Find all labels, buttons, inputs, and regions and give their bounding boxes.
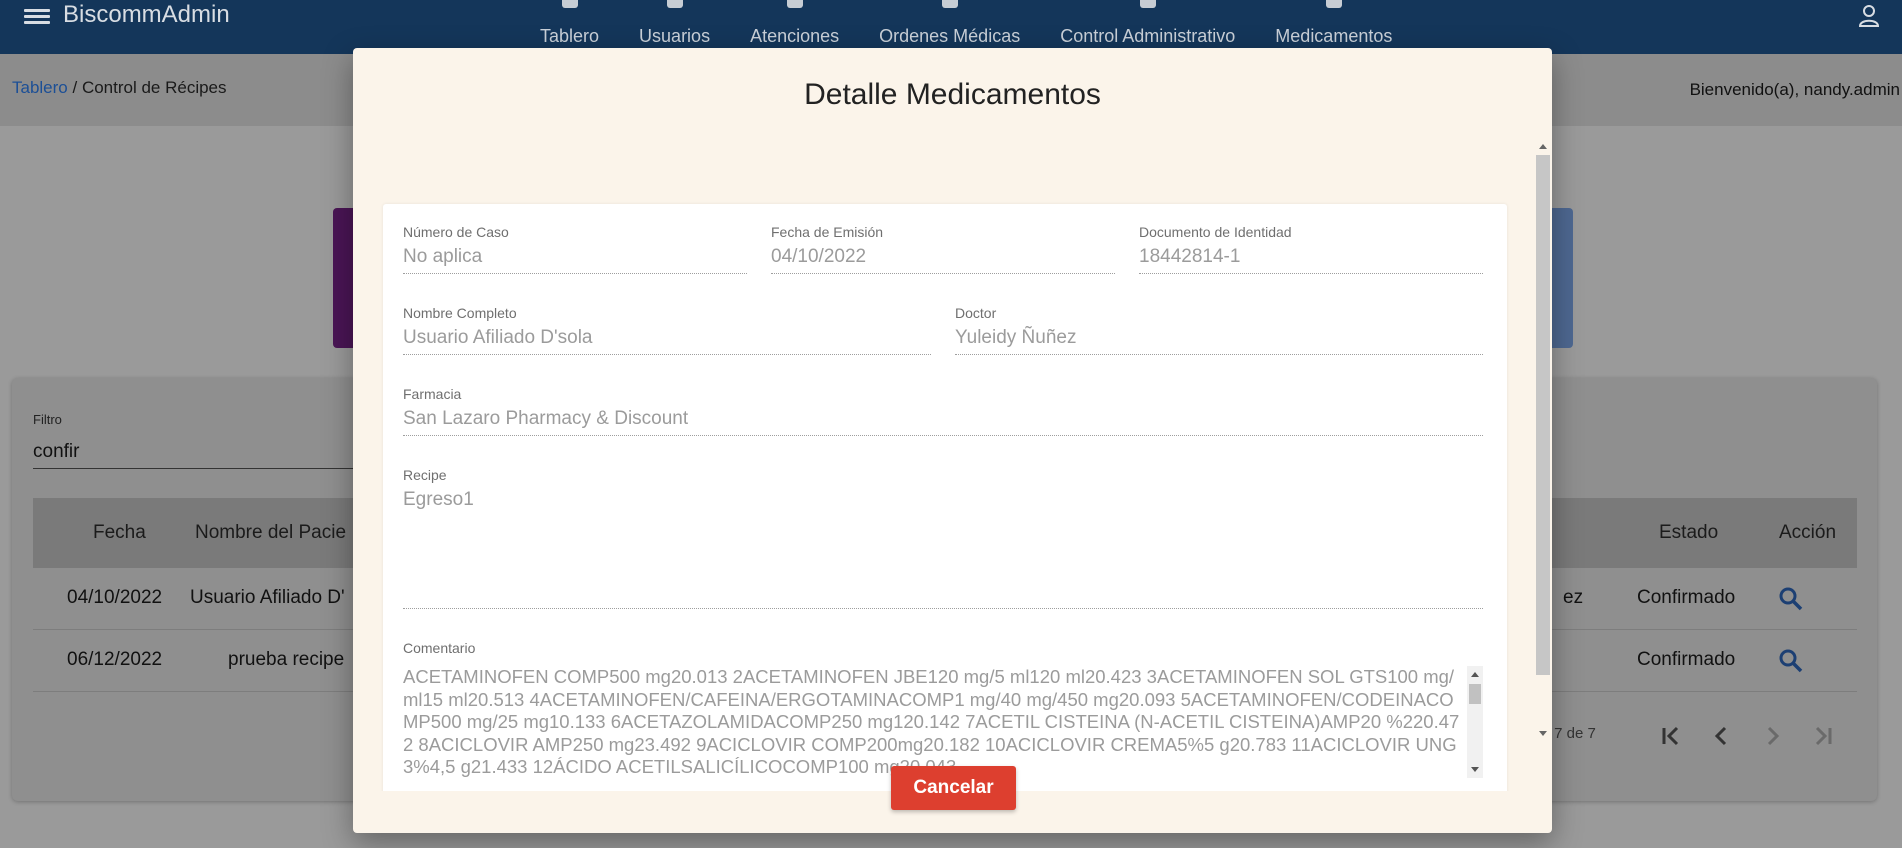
scroll-thumb[interactable] [1469,684,1481,704]
nombre-completo-field[interactable]: Nombre Completo Usuario Afiliado D'sola [403,305,931,355]
field-value: Usuario Afiliado D'sola [403,327,593,348]
documento-identidad-field[interactable]: Documento de Identidad 18442814-1 [1139,224,1483,274]
scroll-down-arrow-icon[interactable] [1471,767,1479,772]
farmacia-field[interactable]: Farmacia San Lazaro Pharmacy & Discount [403,386,1483,436]
cancel-button[interactable]: Cancelar [891,766,1016,810]
scroll-thumb[interactable] [1536,155,1550,675]
field-label: Fecha de Emisión [771,224,884,240]
field-value: No aplica [403,246,483,267]
scroll-down-arrow-icon[interactable] [1539,731,1547,736]
scroll-up-arrow-icon[interactable] [1539,144,1547,149]
field-value: Egreso1 [403,489,474,510]
field-label: Recipe [403,467,447,483]
comentario-text: ACETAMINOFEN COMP500 mg20.013 2ACETAMINO… [403,666,1460,777]
doctor-field[interactable]: Doctor Yuleidy Ñuñez [955,305,1483,355]
fecha-emision-field[interactable]: Fecha de Emisión 04/10/2022 [771,224,1115,274]
field-value: 18442814-1 [1139,246,1241,267]
numero-caso-field[interactable]: Número de Caso No aplica [403,224,747,274]
field-label: Nombre Completo [403,305,517,321]
detail-form: Número de Caso No aplica Fecha de Emisió… [383,204,1507,791]
dialog-scrollbar[interactable] [1534,141,1552,738]
field-label: Farmacia [403,386,462,402]
field-label: Comentario [403,640,476,656]
field-value: San Lazaro Pharmacy & Discount [403,408,689,429]
medication-detail-dialog: Detalle Medicamentos Número de Caso No a… [353,48,1552,833]
field-label: Documento de Identidad [1139,224,1292,240]
dialog-title: Detalle Medicamentos [804,78,1101,111]
field-value: 04/10/2022 [771,246,867,267]
field-label: Número de Caso [403,224,509,240]
comentario-scrollbar[interactable] [1467,666,1483,778]
comentario-textarea[interactable]: Comentario ACETAMINOFEN COMP500 mg20.013… [403,640,1483,780]
recipe-textarea[interactable]: Recipe Egreso1 [403,467,1483,609]
field-label: Doctor [955,305,997,321]
field-value: Yuleidy Ñuñez [955,327,1077,348]
scroll-up-arrow-icon[interactable] [1471,672,1479,677]
dialog-content: Número de Caso No aplica Fecha de Emisió… [353,141,1552,791]
